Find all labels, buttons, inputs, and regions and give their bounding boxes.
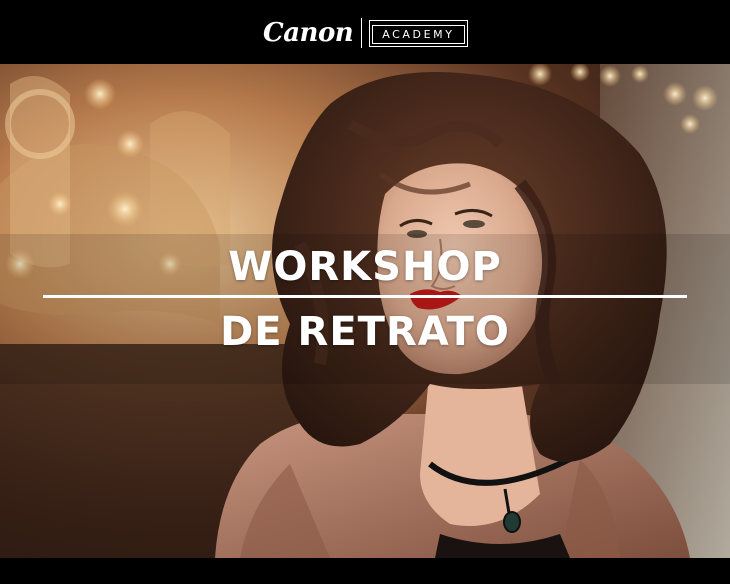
academy-badge: ACADEMY (369, 19, 468, 47)
top-bar: Canon ACADEMY (0, 0, 730, 64)
bottom-bar (0, 558, 730, 584)
headline-divider (43, 295, 687, 298)
canon-academy-logo[interactable]: Canon ACADEMY (263, 17, 468, 49)
canon-wordmark: Canon (263, 18, 354, 48)
logo-divider (361, 18, 363, 48)
headline-line2: DE RETRATO (220, 309, 510, 355)
academy-label: ACADEMY (372, 24, 465, 44)
headline-line1: WORKSHOP (228, 244, 502, 290)
